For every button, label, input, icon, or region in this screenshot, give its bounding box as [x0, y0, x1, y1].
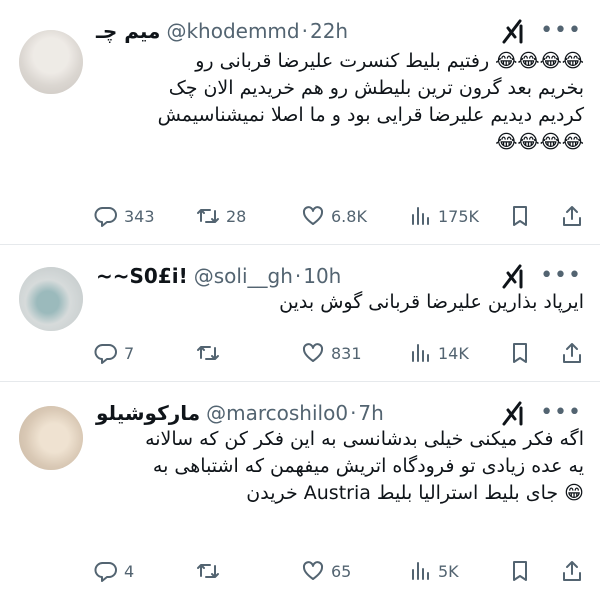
action-bar: 4 65 5K [90, 555, 582, 587]
tweet-line: ایرپاد بذارین علیرضا قربانی گوش بدین [279, 291, 584, 313]
bookmark-button[interactable] [508, 559, 532, 583]
bookmark-button[interactable] [508, 341, 532, 365]
handle[interactable]: @khodemmd [166, 19, 299, 43]
display-name[interactable]: ~~S0£i! [96, 264, 188, 288]
share-button[interactable] [560, 341, 584, 365]
retweet-button[interactable] [196, 559, 226, 583]
handle[interactable]: @soli__gh [194, 264, 293, 288]
retweet-button[interactable] [196, 341, 226, 365]
action-bar: 7 831 14K [90, 337, 582, 369]
reply-icon [94, 344, 117, 364]
separator: · [294, 264, 302, 288]
avatar[interactable] [19, 267, 83, 331]
retweet-count: 28 [226, 206, 247, 226]
tweet-header: ~~S0£i! @soli__gh · 10h ••• [96, 261, 582, 291]
retweet-icon [197, 209, 219, 223]
more-dots-icon[interactable]: ••• [540, 265, 582, 287]
views-count: 175K [438, 206, 480, 226]
display-name[interactable]: مارکوشیلو [96, 401, 200, 425]
share-button[interactable] [560, 559, 584, 583]
tweet-text: 😂😂😂😂 رفتیم بلیط کنسرت علیرضا قربانی رو ب… [96, 48, 584, 156]
share-icon [563, 343, 581, 363]
reply-icon [94, 207, 117, 227]
views-button[interactable]: 14K [408, 341, 469, 365]
bookmark-icon [513, 561, 527, 581]
like-button[interactable]: 6.8K [301, 204, 367, 228]
tweet-line: 😁 جای بلیط استرالیا بلیط Austria خریدن [246, 482, 584, 504]
views-icon [412, 207, 429, 225]
retweet-icon [197, 346, 219, 360]
more-dots-icon[interactable]: ••• [540, 20, 582, 42]
bookmark-icon [513, 343, 527, 363]
tweet-text: ایرپاد بذارین علیرضا قربانی گوش بدین [96, 289, 584, 316]
reply-button[interactable]: 7 [94, 341, 134, 365]
reply-count: 4 [124, 561, 135, 581]
tweet-header: میم چـ @khodemmd · 22h ••• [96, 16, 582, 46]
tweet[interactable]: مارکوشیلو @marcoshilo0 · 7h ••• اگه فکر … [0, 382, 600, 600]
tweet[interactable]: میم چـ @khodemmd · 22h ••• 😂😂😂😂 رفتیم بل… [0, 0, 600, 245]
tweet-line: کردیم دیدیم علیرضا قرایی بود و ما اصلا ن… [157, 104, 584, 126]
heart-icon [302, 561, 324, 580]
share-icon [563, 561, 581, 581]
grok-logo-icon[interactable] [500, 18, 526, 44]
views-button[interactable]: 5K [408, 559, 459, 583]
tweet-header: مارکوشیلو @marcoshilo0 · 7h ••• [96, 398, 582, 428]
timestamp[interactable]: 22h [310, 19, 348, 43]
like-count: 65 [331, 561, 352, 581]
heart-icon [302, 343, 324, 362]
views-count: 14K [438, 343, 469, 363]
action-bar: 343 28 6.8K 175K [90, 200, 582, 232]
timestamp[interactable]: 10h [303, 264, 341, 288]
retweet-icon [197, 564, 219, 578]
like-count: 831 [331, 343, 362, 363]
retweet-button[interactable]: 28 [196, 204, 246, 228]
tweet-text: اگه فکر میکنی خیلی بدشانسی به این فکر کن… [96, 426, 584, 507]
views-icon [412, 562, 429, 580]
reply-count: 343 [124, 206, 155, 226]
grok-logo-icon[interactable] [500, 263, 526, 289]
like-count: 6.8K [331, 206, 367, 226]
bookmark-button[interactable] [508, 204, 532, 228]
grok-logo-icon[interactable] [500, 400, 526, 426]
like-button[interactable]: 831 [301, 341, 362, 365]
reply-button[interactable]: 4 [94, 559, 134, 583]
more-dots-icon[interactable]: ••• [540, 402, 582, 424]
share-button[interactable] [560, 204, 584, 228]
tweet-feed: میم چـ @khodemmd · 22h ••• 😂😂😂😂 رفتیم بل… [0, 0, 600, 600]
tweet-line: 😂😂😂😂 رفتیم بلیط کنسرت علیرضا قربانی رو [195, 50, 584, 72]
reply-icon [94, 562, 117, 582]
heart-icon [302, 206, 324, 225]
reply-count: 7 [124, 343, 135, 363]
tweet-line: 😂😂😂😂 [495, 131, 584, 153]
tweet-line: یه عده زیادی تو فرودگاه اتریش میفهمن که … [152, 455, 584, 477]
share-icon [563, 206, 581, 226]
avatar[interactable] [19, 30, 83, 94]
tweet-line: اگه فکر میکنی خیلی بدشانسی به این فکر کن… [145, 428, 584, 450]
timestamp[interactable]: 7h [358, 401, 383, 425]
separator: · [301, 19, 308, 43]
tweet[interactable]: ~~S0£i! @soli__gh · 10h ••• ایرپاد بذاری… [0, 245, 600, 382]
display-name[interactable]: میم چـ [96, 19, 160, 43]
reply-button[interactable]: 343 [94, 204, 155, 228]
views-icon [412, 344, 429, 362]
bookmark-icon [513, 206, 527, 226]
like-button[interactable]: 65 [301, 559, 351, 583]
separator: · [350, 401, 357, 425]
views-count: 5K [438, 561, 459, 581]
views-button[interactable]: 175K [408, 204, 479, 228]
handle[interactable]: @marcoshilo0 [206, 401, 348, 425]
avatar[interactable] [19, 406, 83, 470]
tweet-line: بخریم بعد گرون ترین بلیطش رو هم خریدیم ا… [168, 77, 584, 99]
